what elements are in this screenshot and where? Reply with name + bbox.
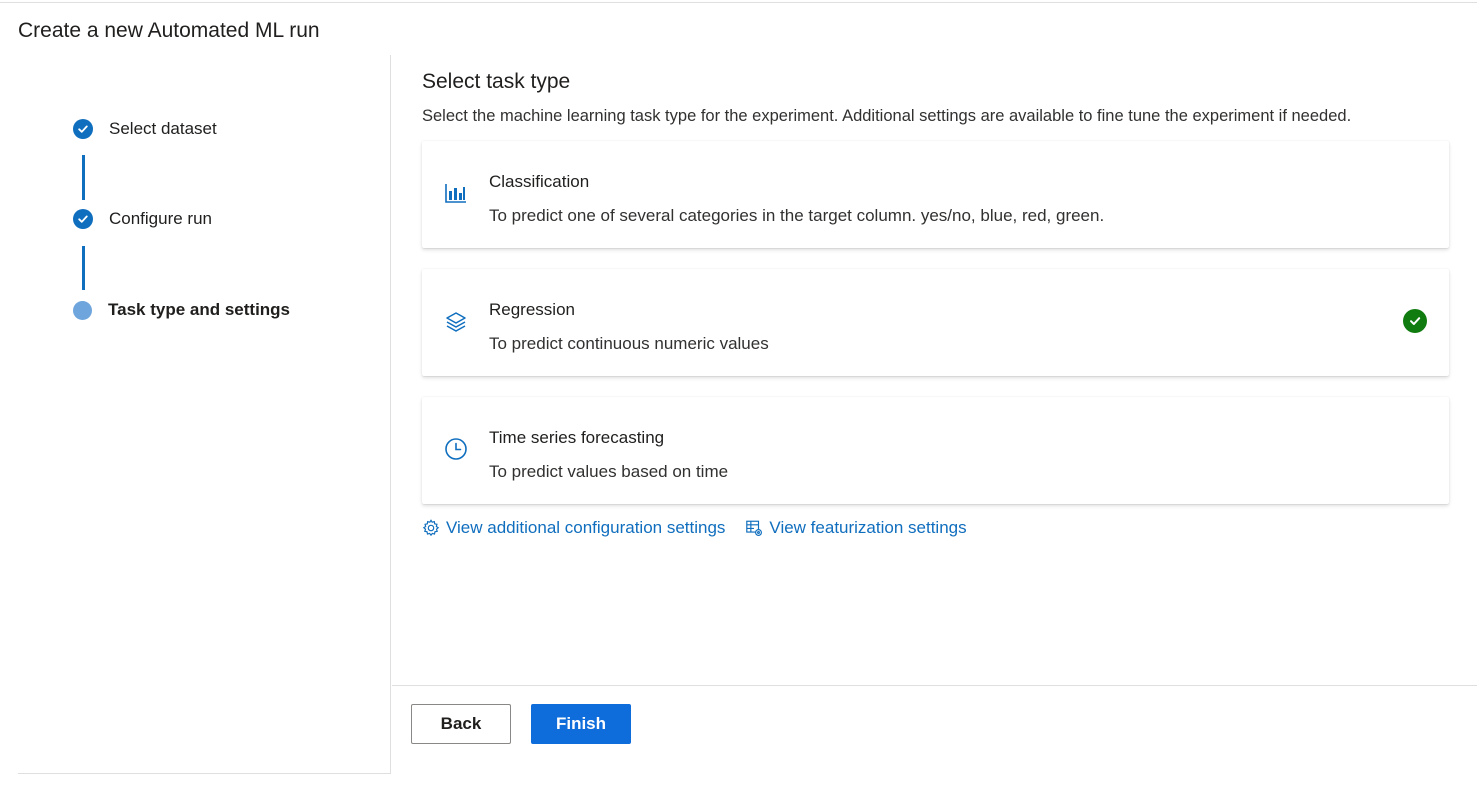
step-task-type[interactable]: Task type and settings [73, 300, 290, 320]
check-circle-icon [73, 119, 93, 139]
card-title: Classification [489, 172, 590, 191]
clock-icon [444, 437, 468, 461]
section-description: Select the machine learning task type fo… [422, 107, 1352, 125]
step-label: Task type and settings [108, 300, 291, 319]
task-option-classification[interactable]: Classification To predict one of several… [422, 141, 1449, 248]
view-featurization-link[interactable]: View featurization settings [745, 518, 967, 538]
section-title: Select task type [422, 70, 571, 93]
link-label: View additional configuration settings [446, 518, 726, 537]
step-configure-run[interactable]: Configure run [73, 209, 212, 229]
selected-check-icon [1403, 309, 1427, 333]
footer-divider [392, 685, 1477, 686]
card-title: Time series forecasting [489, 428, 665, 447]
card-description: To predict continuous numeric values [489, 334, 769, 353]
layers-icon [444, 309, 468, 333]
bar-chart-icon [444, 181, 468, 205]
page-title: Create a new Automated ML run [18, 19, 320, 42]
card-description: To predict one of several categories in … [489, 206, 1105, 225]
step-label: Configure run [109, 209, 213, 228]
gear-icon [422, 519, 440, 537]
step-select-dataset[interactable]: Select dataset [73, 119, 217, 139]
link-label: View featurization settings [769, 518, 967, 537]
top-border [0, 2, 1477, 3]
back-button[interactable]: Back [411, 704, 511, 744]
step-connector [82, 155, 85, 200]
card-title: Regression [489, 300, 575, 319]
card-description: To predict values based on time [489, 462, 729, 481]
current-step-dot-icon [73, 300, 92, 320]
step-label: Select dataset [109, 119, 217, 138]
step-connector [82, 246, 85, 290]
wizard-steps: Select dataset Configure run Task type a… [18, 55, 391, 774]
check-circle-icon [73, 209, 93, 229]
finish-button[interactable]: Finish [531, 704, 631, 744]
task-option-regression[interactable]: Regression To predict continuous numeric… [422, 269, 1449, 376]
view-additional-config-link[interactable]: View additional configuration settings [422, 518, 725, 538]
settings-links: View additional configuration settings V… [422, 518, 967, 538]
table-settings-icon [746, 520, 763, 536]
task-option-time-series[interactable]: Time series forecasting To predict value… [422, 397, 1449, 504]
